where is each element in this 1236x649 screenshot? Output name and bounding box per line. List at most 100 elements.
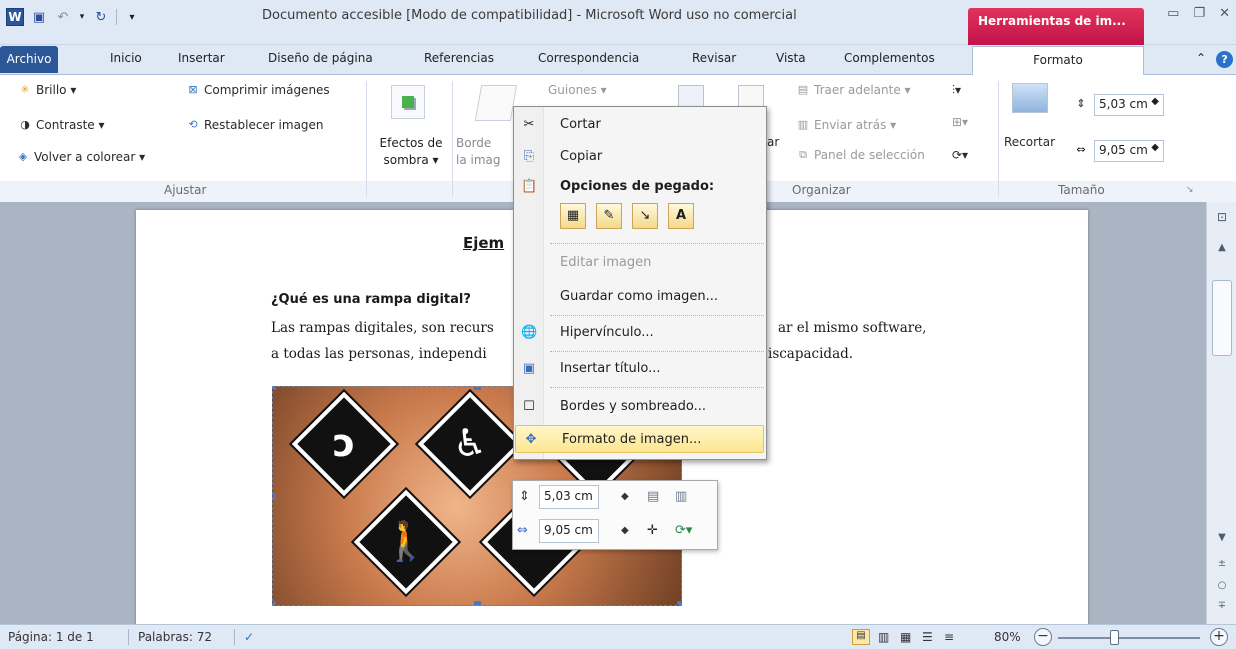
previous-page-icon[interactable]: ± — [1213, 558, 1231, 569]
web-layout-icon[interactable]: ▦ — [900, 630, 911, 644]
mini-height-input[interactable]: 5,03 cm — [539, 485, 599, 509]
tab-referencias[interactable]: Referencias — [424, 51, 494, 65]
wrap-partial-label: ar — [767, 135, 780, 149]
group-icon[interactable]: ⊞▾ — [952, 115, 968, 129]
height-spinner-icon[interactable]: ◆ — [1151, 96, 1159, 107]
page-count[interactable]: Página: 1 de 1 — [8, 630, 94, 644]
rotate-icon[interactable]: ⟳▾ — [952, 148, 968, 162]
paste-merge-format-icon[interactable]: ✎ — [596, 203, 622, 229]
recortar-button[interactable]: Recortar — [1004, 135, 1055, 149]
panel-seleccion-button[interactable]: ⧉ Panel de selección — [796, 148, 925, 162]
menu-item-copiar[interactable]: ⎘ Copiar — [514, 143, 766, 171]
align-icon[interactable]: ⫶▾ — [952, 83, 961, 98]
enviar-atras-button[interactable]: ▥ Enviar atrás ▾ — [796, 118, 896, 132]
resize-handle-icon[interactable] — [474, 387, 481, 390]
paste-picture-icon[interactable]: ↘ — [632, 203, 658, 229]
shadow-effects-label: Efectos de sombra ▾ — [379, 136, 443, 167]
doc-line-2-right: iscapacidad. — [768, 346, 854, 362]
zoom-slider[interactable] — [1058, 637, 1200, 639]
tab-complementos[interactable]: Complementos — [844, 51, 935, 65]
word-logo-icon[interactable]: W — [6, 8, 24, 26]
scroll-thumb[interactable] — [1212, 280, 1232, 356]
shape-width-icon: ⇔ — [1076, 143, 1086, 156]
resize-handle-icon[interactable] — [273, 493, 276, 500]
window-controls: ▭ ❐ ✕ — [1167, 6, 1230, 21]
redo-icon[interactable]: ↻ — [92, 8, 110, 26]
tab-revisar[interactable]: Revisar — [692, 51, 736, 65]
tab-diseno-pagina[interactable]: Diseño de página — [268, 51, 373, 65]
restore-icon[interactable]: ❐ — [1193, 6, 1205, 21]
resize-handle-icon[interactable] — [677, 601, 681, 605]
tab-correspondencia[interactable]: Correspondencia — [538, 51, 639, 65]
zoom-level[interactable]: 80% — [994, 630, 1021, 644]
print-layout-icon[interactable]: ▤ — [852, 629, 870, 645]
bring-forward-icon[interactable]: ▤ — [647, 489, 659, 504]
menu-item-formato-imagen[interactable]: ✥ Formato de imagen... — [515, 425, 764, 453]
size-dialog-launcher-icon[interactable]: ↘ — [1186, 185, 1194, 195]
next-page-icon[interactable]: ∓ — [1213, 600, 1231, 611]
traer-adelante-button[interactable]: ▤ Traer adelante ▾ — [796, 83, 911, 97]
resize-handle-icon[interactable] — [273, 601, 276, 605]
close-icon[interactable]: ✕ — [1219, 6, 1230, 21]
crop-icon[interactable] — [1012, 83, 1048, 113]
tab-archivo[interactable]: Archivo — [0, 46, 58, 73]
zoom-out-icon[interactable]: − — [1034, 628, 1052, 646]
status-separator — [234, 629, 235, 645]
help-icon[interactable]: ? — [1216, 51, 1234, 68]
menu-item-hipervinculo[interactable]: 🌐 Hipervínculo... — [514, 319, 766, 347]
picture-tools-context-title: Herramientas de im... — [968, 8, 1144, 45]
mini-height-spinner-icon[interactable]: ◆ — [621, 491, 629, 502]
word-count[interactable]: Palabras: 72 — [138, 630, 212, 644]
vertical-scrollbar[interactable]: ⊡ ▲ ▼ ± ○ ∓ — [1206, 202, 1236, 624]
resize-handle-icon[interactable] — [273, 387, 276, 390]
minimize-icon[interactable]: ▭ — [1167, 6, 1179, 21]
menu-item-guardar-imagen[interactable]: Guardar como imagen... — [514, 283, 766, 311]
menu-item-cortar[interactable]: ✂ Cortar — [514, 111, 766, 139]
shape-width-input[interactable]: 9,05 cm ◆ — [1094, 140, 1164, 162]
send-backward-icon[interactable]: ▥ — [675, 489, 687, 504]
tab-formato[interactable]: Formato — [972, 46, 1144, 75]
draft-icon[interactable]: ≡ — [944, 630, 954, 644]
tab-inicio[interactable]: Inicio — [110, 51, 142, 65]
ribbon-tabs: Archivo Inicio Insertar Diseño de página… — [0, 45, 1236, 75]
zoom-in-icon[interactable]: + — [1210, 628, 1228, 646]
full-screen-reading-icon[interactable]: ▥ — [878, 630, 889, 644]
recolor-icon: ◈ — [18, 150, 28, 163]
comprimir-imagenes-button[interactable]: ⊠ Comprimir imágenes — [186, 83, 329, 97]
doc-line-1-right: ar el mismo software, — [778, 320, 927, 336]
paste-text-only-icon[interactable]: A — [668, 203, 694, 229]
menu-item-editar-imagen: Editar imagen — [560, 255, 652, 270]
menu-item-insertar-titulo[interactable]: ▣ Insertar título... — [514, 355, 766, 383]
width-spinner-icon[interactable]: ◆ — [1151, 142, 1159, 153]
mini-width-input[interactable]: 9,05 cm — [539, 519, 599, 543]
scissors-icon: ✂ — [523, 117, 535, 132]
save-icon[interactable]: ▣ — [30, 8, 48, 26]
undo-dropdown-icon[interactable]: ▾ — [78, 8, 86, 26]
reset-picture-icon: ⟲ — [188, 118, 198, 131]
browse-object-icon[interactable]: ○ — [1213, 580, 1231, 591]
volver-colorear-button[interactable]: ◈ Volver a colorear ▾ — [16, 150, 145, 164]
crop-icon[interactable]: ✛ — [647, 523, 658, 538]
scroll-up-icon[interactable]: ▲ — [1213, 242, 1231, 253]
rotate-icon[interactable]: ⟳▾ — [675, 523, 692, 538]
brillo-button[interactable]: ✳ Brillo ▾ — [18, 83, 76, 97]
tab-insertar[interactable]: Insertar — [178, 51, 225, 65]
contraste-button[interactable]: ◑ Contraste ▾ — [18, 118, 104, 132]
border-icon[interactable] — [474, 85, 518, 121]
restablecer-imagen-button[interactable]: ⟲ Restablecer imagen — [186, 118, 323, 132]
undo-icon[interactable]: ↶ — [54, 8, 72, 26]
outline-icon[interactable]: ☰ — [922, 630, 933, 644]
scroll-down-icon[interactable]: ▼ — [1213, 532, 1231, 543]
menu-item-bordes-sombreado[interactable]: ☐ Bordes y sombreado... — [514, 393, 766, 421]
shadow-effects-button[interactable] — [391, 85, 425, 119]
mini-width-spinner-icon[interactable]: ◆ — [621, 525, 629, 536]
proofing-icon[interactable]: ✓ — [244, 630, 254, 644]
resize-handle-icon[interactable] — [474, 601, 481, 605]
paste-keep-format-icon[interactable]: ▦ — [560, 203, 586, 229]
ruler-toggle-icon[interactable]: ⊡ — [1213, 210, 1231, 224]
customize-qat-icon[interactable]: ▾ — [123, 8, 141, 26]
minimize-ribbon-icon[interactable]: ⌃ — [1196, 51, 1206, 68]
tab-vista[interactable]: Vista — [776, 51, 806, 65]
zoom-thumb[interactable] — [1110, 630, 1119, 645]
shape-height-input[interactable]: 5,03 cm ◆ — [1094, 94, 1164, 116]
